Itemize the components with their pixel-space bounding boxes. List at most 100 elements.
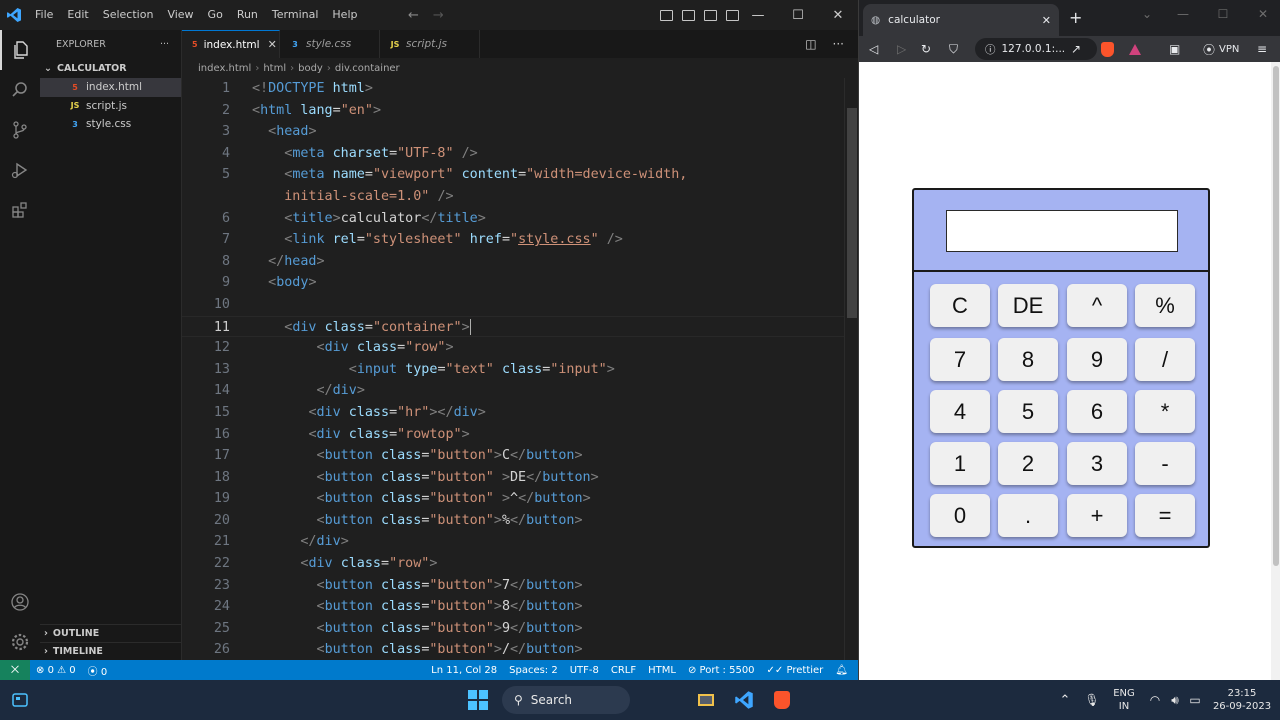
new-tab-button[interactable]: + [1069, 8, 1082, 27]
code-line[interactable]: 14 </div> [182, 380, 844, 402]
more-actions-icon[interactable]: ··· [833, 37, 844, 51]
forward-icon[interactable]: ▷ [897, 36, 906, 62]
forward-arrow-icon[interactable]: → [433, 8, 444, 23]
close-button[interactable]: ✕ [818, 0, 858, 30]
code-line[interactable]: 12 <div class="row"> [182, 337, 844, 359]
site-info-icon[interactable]: ⓘ [985, 42, 996, 57]
toggle-sidebar-icon[interactable] [660, 9, 673, 21]
calc-button[interactable]: 0 [930, 494, 990, 537]
calc-button[interactable]: 1 [930, 442, 990, 485]
file-explorer-icon[interactable] [692, 686, 720, 714]
menu-edit[interactable]: Edit [60, 0, 95, 30]
calc-button[interactable]: = [1135, 494, 1195, 537]
menu-run[interactable]: Run [230, 0, 265, 30]
minimize-button[interactable]: — [738, 0, 778, 30]
code-line[interactable]: 26 <button class="button">/</button> [182, 639, 844, 661]
calculator-display-input[interactable] [946, 210, 1178, 252]
code-line[interactable]: 1 <!DOCTYPE html> [182, 78, 844, 100]
code-line[interactable]: 11 <div class="container"> [182, 315, 844, 338]
browser-tab[interactable]: ◍ calculator ✕ [863, 4, 1059, 36]
tab-style-css[interactable]: 3 style.css [280, 30, 380, 58]
code-line[interactable]: 13 <input type="text" class="input"> [182, 359, 844, 381]
back-arrow-icon[interactable]: ← [408, 8, 419, 23]
folder-calculator[interactable]: ⌄ CALCULATOR [40, 58, 181, 78]
search-icon[interactable] [0, 70, 40, 110]
volume-icon[interactable]: 🔊︎ [1166, 680, 1184, 720]
microphone-icon[interactable]: 🎙︎ [1082, 680, 1102, 720]
code-line[interactable]: 23 <button class="button">7</button> [182, 575, 844, 597]
calc-button[interactable]: 8 [998, 338, 1058, 381]
ports-status[interactable]: ⦿ 0 [82, 663, 114, 678]
brave-shields-icon[interactable] [1101, 36, 1114, 62]
battery-icon[interactable]: ▭ [1186, 680, 1204, 720]
code-line[interactable]: 15 <div class="hr"></div> [182, 402, 844, 424]
toggle-panel-icon[interactable] [682, 9, 695, 21]
clock[interactable]: 23:15 26-09-2023 [1210, 680, 1274, 720]
code-line[interactable]: 9 <body> [182, 272, 844, 294]
indentation[interactable]: Spaces: 2 [503, 665, 564, 676]
calc-button[interactable]: 4 [930, 390, 990, 433]
file-style-css[interactable]: 3 style.css [40, 115, 181, 134]
code-line[interactable]: 17 <button class="button">C</button> [182, 445, 844, 467]
outline-section[interactable]: › OUTLINE [40, 624, 182, 642]
calc-button[interactable]: * [1135, 390, 1195, 433]
calc-button[interactable]: 7 [930, 338, 990, 381]
notifications-bell-icon[interactable]: 🔔︎ [829, 665, 858, 676]
remote-icon[interactable]: ⨉ [0, 660, 30, 680]
explorer-icon[interactable] [0, 30, 40, 70]
toggle-secondary-sidebar-icon[interactable] [704, 9, 717, 21]
line-ending[interactable]: CRLF [605, 665, 642, 676]
code-line[interactable]: 8 </head> [182, 251, 844, 273]
code-line[interactable]: 10 [182, 294, 844, 316]
browser-minimize-button[interactable]: — [1165, 0, 1201, 28]
vpn-button[interactable]: ⦿ VPN [1203, 36, 1239, 62]
code-line[interactable]: 21 </div> [182, 531, 844, 553]
timeline-section[interactable]: › TIMELINE [40, 642, 182, 660]
calc-button[interactable]: . [998, 494, 1058, 537]
code-line[interactable]: 20 <button class="button">%</button> [182, 510, 844, 532]
calc-button[interactable]: / [1135, 338, 1195, 381]
browser-close-button[interactable]: ✕ [1245, 0, 1280, 28]
sidebar-toggle-icon[interactable]: ▣ [1169, 36, 1180, 62]
calc-button[interactable]: % [1135, 284, 1195, 327]
breadcrumb-item[interactable]: html [263, 63, 286, 74]
more-actions-icon[interactable]: ··· [160, 39, 169, 50]
accounts-icon[interactable] [0, 582, 40, 622]
breadcrumb-item[interactable]: index.html [198, 63, 251, 74]
taskbar-search[interactable]: ⚲ Search [502, 686, 630, 714]
tab-search-icon[interactable]: ⌄ [1129, 0, 1165, 28]
bookmark-icon[interactable]: ⛉ [949, 36, 958, 62]
code-editor[interactable]: 1 <!DOCTYPE html> 2 <html lang="en"> 3 <head… [182, 78, 844, 660]
settings-gear-icon[interactable] [0, 622, 40, 662]
file-script-js[interactable]: JS script.js [40, 97, 181, 116]
calc-button[interactable]: C [930, 284, 990, 327]
calc-button[interactable]: ^ [1067, 284, 1127, 327]
editor-scrollbar[interactable] [844, 78, 858, 660]
calc-button[interactable]: - [1135, 442, 1195, 485]
maximize-button[interactable]: ☐ [778, 0, 818, 30]
code-line[interactable]: 7 <link rel="stylesheet" href="style.css… [182, 229, 844, 251]
cursor-position[interactable]: Ln 11, Col 28 [425, 665, 503, 676]
calc-button[interactable]: 2 [998, 442, 1058, 485]
menu-selection[interactable]: Selection [96, 0, 161, 30]
code-line[interactable]: 5 <meta name="viewport" content="width=d… [182, 164, 844, 186]
file-index-html[interactable]: 5 index.html [40, 78, 181, 97]
share-icon[interactable]: ↗ [1071, 36, 1081, 62]
split-editor-icon[interactable]: ◫ [805, 37, 816, 51]
code-line[interactable]: 19 <button class="button" >^</button> [182, 488, 844, 510]
browser-menu-icon[interactable]: ≡ [1257, 36, 1267, 62]
encoding[interactable]: UTF-8 [564, 665, 605, 676]
code-line[interactable]: 24 <button class="button">8</button> [182, 596, 844, 618]
menu-file[interactable]: File [28, 0, 60, 30]
breadcrumb-item[interactable]: body [298, 63, 323, 74]
menu-help[interactable]: Help [325, 0, 364, 30]
menu-go[interactable]: Go [201, 0, 230, 30]
scrollbar-thumb[interactable] [847, 108, 857, 318]
code-line[interactable]: 18 <button class="button" >DE</button> [182, 467, 844, 489]
wifi-icon[interactable]: ◠ [1146, 680, 1164, 720]
brave-taskbar-icon[interactable] [768, 686, 796, 714]
problems-status[interactable]: ⊗ 0 ⚠ 0 [30, 665, 82, 676]
code-line[interactable]: 2 <html lang="en"> [182, 100, 844, 122]
calc-button[interactable]: 9 [1067, 338, 1127, 381]
extensions-icon[interactable] [0, 190, 40, 230]
